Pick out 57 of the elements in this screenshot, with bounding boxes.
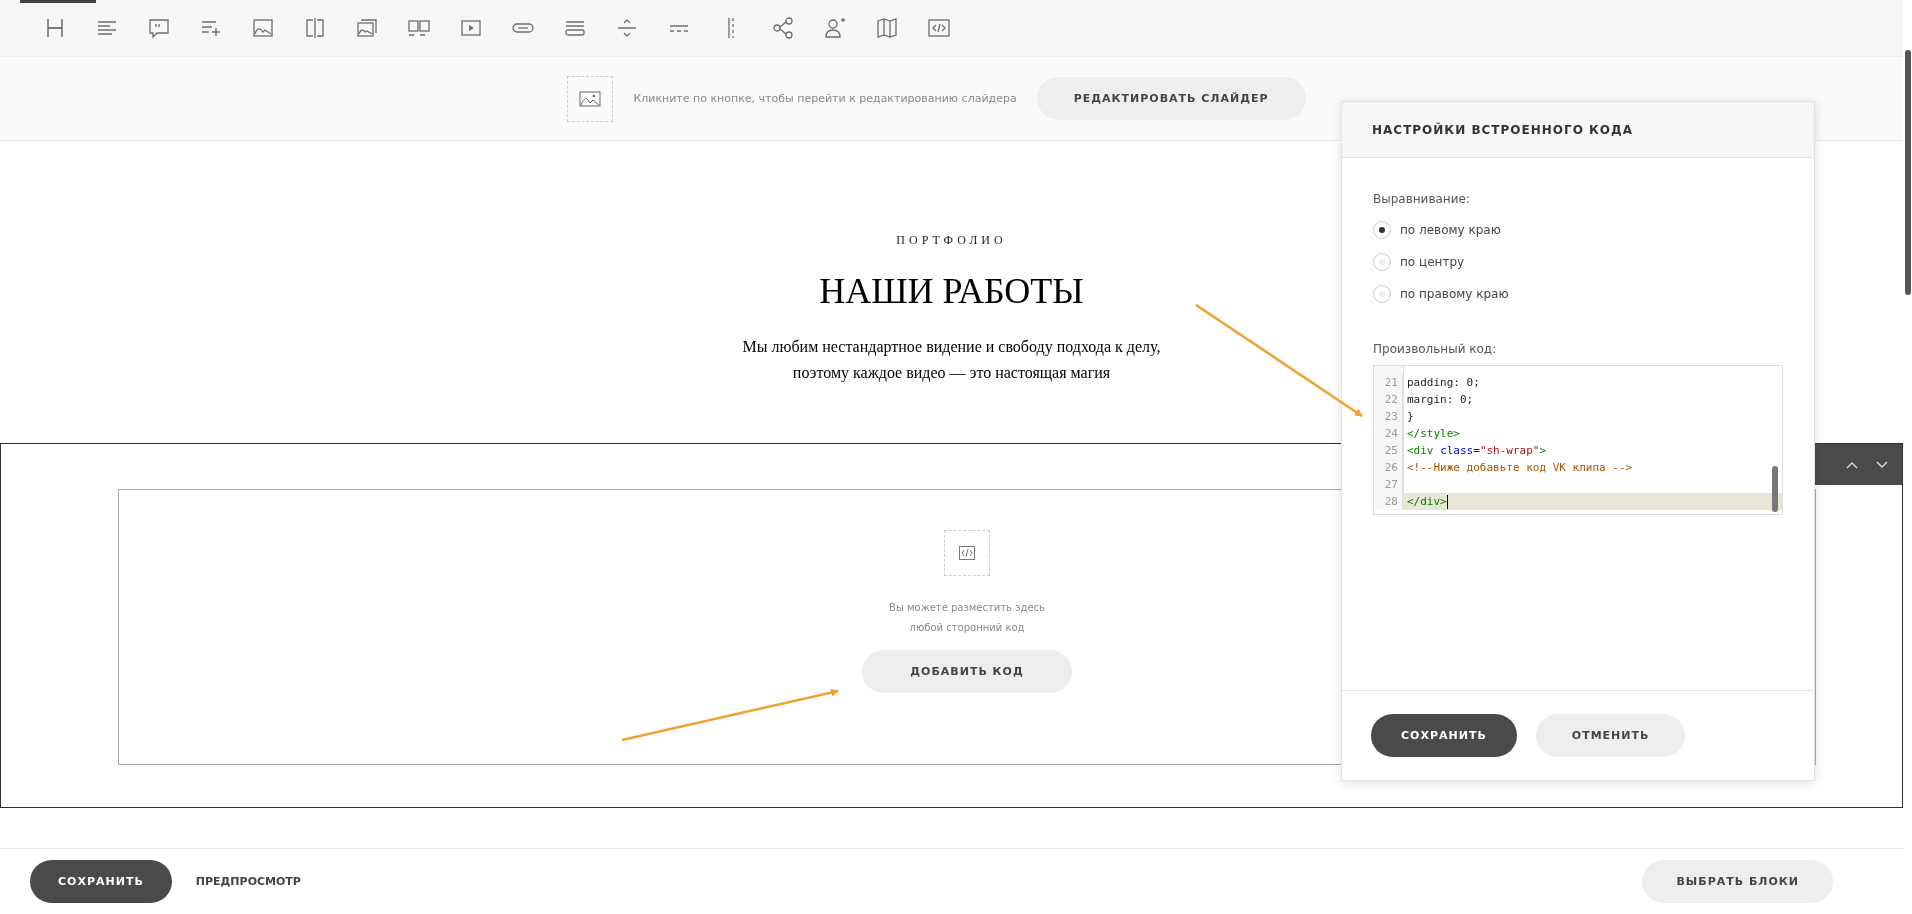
scrollbar-thumb[interactable]: [1772, 466, 1778, 512]
section-description: Мы любим нестандартное видение и свободу подхода к делу, поэтому каждое видео — это настоящая магия: [742, 337, 1161, 384]
add-code-button[interactable]: ДОБАВИТЬ КОД: [862, 650, 1072, 693]
section-eyebrow: ПОРТФОЛИО: [896, 233, 1007, 248]
toolbar-button[interactable]: [356, 17, 378, 39]
section-title: НАШИ РАБОТЫ: [819, 270, 1084, 312]
image-pair-icon: [408, 17, 430, 39]
gallery-icon: [356, 17, 378, 39]
dashed-line-icon: [669, 24, 689, 32]
toolbar-button[interactable]: [460, 17, 482, 39]
toolbar-button[interactable]: [44, 17, 66, 39]
cancel-button[interactable]: ОТМЕНИТЬ: [1535, 714, 1686, 757]
alignment-label: Выравнивание:: [1373, 192, 1471, 206]
choose-blocks-button[interactable]: ВЫБРАТЬ БЛОКИ: [1642, 860, 1833, 903]
toolbar-button[interactable]: [408, 17, 430, 39]
alignment-option[interactable]: по левому краю: [1373, 214, 1783, 246]
person-add-icon: [824, 17, 846, 39]
edit-slider-button[interactable]: РЕДАКТИРОВАТЬ СЛАЙДЕР: [1036, 77, 1306, 120]
slider-hint: Кликните по кнопке, чтобы перейти к редактированию слайдера: [633, 92, 1017, 105]
code-icon: [959, 546, 975, 560]
preview-link[interactable]: ПРЕДПРОСМОТР: [189, 874, 307, 889]
code-editor[interactable]: 21 padding: 0; 22 margin: 0; 23 } 24 </style> 25 <div class="sh-wrap"> 26 <!--Ниже добавьте код VK клипа --> 27 28 </div>: [1373, 365, 1783, 515]
heading-icon: [44, 17, 66, 39]
code-label: Произвольный код:: [1373, 342, 1498, 356]
quote-icon: [148, 17, 170, 39]
image-icon: [252, 17, 274, 39]
alignment-option[interactable]: по правому краю: [1373, 278, 1783, 310]
scrollbar-thumb[interactable]: [1905, 50, 1911, 295]
map-icon: [876, 17, 898, 39]
save-button[interactable]: СОХРАНИТЬ: [1371, 714, 1517, 757]
video-icon: [460, 17, 482, 39]
share-icon: [772, 17, 794, 39]
toolbar-button[interactable]: [252, 17, 274, 39]
toolbar-button[interactable]: [304, 17, 326, 39]
panel-title: НАСТРОЙКИ ВСТРОЕННОГО КОДА: [1342, 102, 1814, 158]
split-image-icon: [304, 17, 326, 39]
code-line: margin: 0;: [1406, 392, 1475, 408]
column-divider-icon: [728, 17, 734, 39]
toolbar-button[interactable]: [616, 17, 638, 39]
toolbar-button[interactable]: [772, 17, 794, 39]
alignment-option[interactable]: по центру: [1373, 246, 1783, 278]
toolbar-button[interactable]: [148, 17, 170, 39]
code-line: padding: 0;: [1406, 375, 1481, 391]
code-line: </style>: [1406, 426, 1461, 442]
code-line: }: [1406, 409, 1415, 425]
save-button[interactable]: СОХРАНИТЬ: [30, 860, 172, 903]
spacer-icon: [616, 17, 638, 39]
code-line: <div class="sh-wrap">: [1406, 443, 1548, 459]
code-line: <!--Ниже добавьте код VK клипа -->: [1406, 460, 1634, 476]
move-down-icon[interactable]: [1876, 460, 1888, 469]
embed-hint: Вы можете разместить здесь любой сторонний код: [889, 601, 1045, 635]
toolbar-button[interactable]: [876, 17, 898, 39]
move-up-icon[interactable]: [1846, 460, 1858, 469]
toolbar-button[interactable]: [824, 17, 846, 39]
toolbar-button[interactable]: [928, 17, 950, 39]
code-icon: [928, 17, 950, 39]
image-icon: [579, 90, 602, 107]
